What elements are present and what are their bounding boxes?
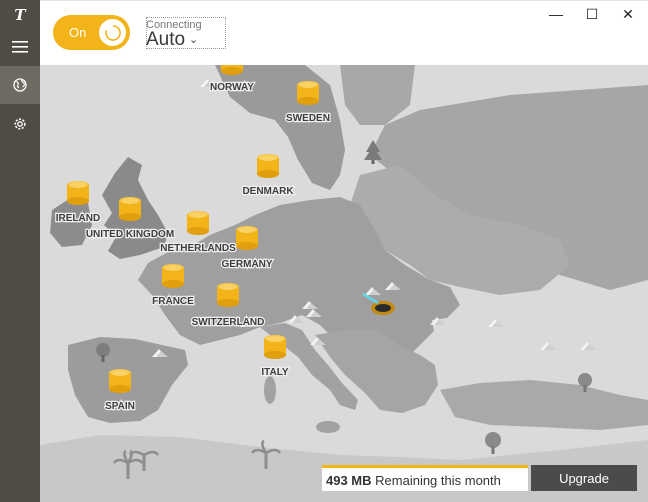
black-sea bbox=[432, 315, 538, 367]
data-remaining-bar: 493 MB Remaining this month bbox=[322, 465, 528, 491]
tunnel-netherlands[interactable] bbox=[187, 211, 209, 235]
globe-icon bbox=[13, 78, 27, 92]
tree-icon bbox=[485, 432, 501, 454]
country-label-italy: ITALY bbox=[261, 367, 289, 378]
tunnel-sweden[interactable] bbox=[297, 81, 319, 105]
country-label-sweden: SWEDEN bbox=[286, 113, 330, 124]
map-svg: NORWAY SWEDEN DENMARK IRELAND UNITED KIN… bbox=[40, 65, 648, 502]
spinner-icon bbox=[104, 24, 121, 41]
chevron-down-icon[interactable]: ⌄ bbox=[189, 33, 198, 46]
close-button[interactable]: ✕ bbox=[613, 5, 643, 23]
country-label-denmark: DENMARK bbox=[242, 186, 294, 197]
maximize-button[interactable]: ☐ bbox=[577, 5, 607, 23]
gear-icon bbox=[14, 118, 26, 130]
country-label-united-kingdom: UNITED KINGDOM bbox=[86, 229, 174, 240]
map-view-button[interactable] bbox=[0, 66, 40, 104]
tunnel-italy[interactable] bbox=[264, 335, 286, 359]
vpn-toggle[interactable]: On bbox=[53, 15, 130, 50]
settings-button[interactable] bbox=[0, 105, 40, 143]
data-amount: 493 MB bbox=[326, 473, 372, 488]
mountain-icon bbox=[580, 342, 596, 350]
tunnel-denmark[interactable] bbox=[257, 154, 279, 178]
sidebar: T bbox=[0, 0, 40, 502]
land-turkey bbox=[440, 380, 648, 430]
data-remaining-label: Remaining this month bbox=[371, 473, 501, 488]
data-remaining-text: 493 MB Remaining this month bbox=[326, 473, 501, 488]
world-map[interactable]: NORWAY SWEDEN DENMARK IRELAND UNITED KIN… bbox=[40, 65, 648, 502]
location-value[interactable]: Auto bbox=[146, 29, 185, 51]
tunnel-united-kingdom[interactable] bbox=[119, 197, 141, 221]
tunnel-switzerland[interactable] bbox=[217, 283, 239, 307]
tunnelbear-logo: T bbox=[14, 6, 26, 24]
minimize-icon: — bbox=[549, 6, 563, 22]
menu-button[interactable] bbox=[0, 28, 40, 66]
toggle-knob[interactable] bbox=[99, 19, 126, 46]
country-label-germany: GERMANY bbox=[221, 259, 272, 270]
toggle-label: On bbox=[69, 25, 87, 40]
close-icon: ✕ bbox=[622, 5, 634, 22]
tunnel-france[interactable] bbox=[162, 264, 184, 288]
country-label-spain: SPAIN bbox=[105, 401, 135, 412]
tunnel-germany[interactable] bbox=[236, 226, 258, 250]
land-sardinia bbox=[264, 376, 276, 404]
maximize-icon: ☐ bbox=[585, 5, 599, 22]
header: On Connecting Auto ⌄ — ☐ ✕ bbox=[40, 0, 648, 65]
land-finland bbox=[340, 65, 415, 125]
tunnel-spain[interactable] bbox=[109, 369, 131, 393]
land-sicily bbox=[316, 421, 340, 433]
country-label-switzerland: SWITZERLAND bbox=[192, 317, 265, 328]
country-label-norway: NORWAY bbox=[210, 82, 254, 93]
hamburger-menu-icon bbox=[12, 41, 28, 53]
upgrade-button[interactable]: Upgrade bbox=[531, 465, 637, 491]
country-label-netherlands: NETHERLANDS bbox=[160, 243, 236, 254]
mountain-icon bbox=[540, 342, 556, 350]
tunnel-ireland[interactable] bbox=[67, 181, 89, 205]
country-label-ireland: IRELAND bbox=[56, 213, 100, 224]
tunnel-norway[interactable] bbox=[221, 65, 243, 75]
minimize-button[interactable]: — bbox=[541, 5, 571, 23]
country-label-france: FRANCE bbox=[152, 296, 194, 307]
